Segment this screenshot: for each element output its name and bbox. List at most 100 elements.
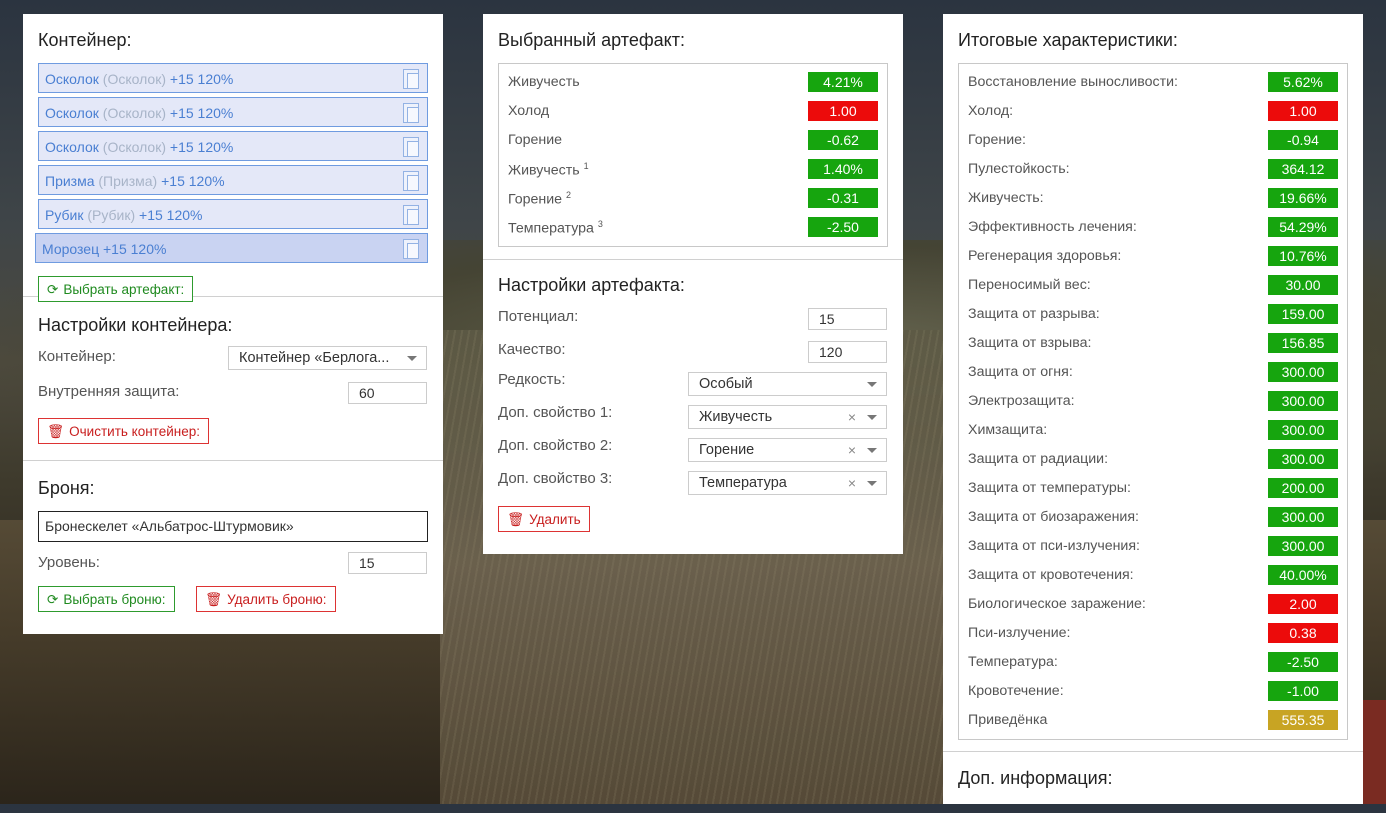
stat-label-text: Эффективность лечения: [968, 219, 1137, 235]
artifact-slot-type: (Осколок) [102, 71, 166, 87]
stat-row: Регенерация здоровья: 10.76% [968, 242, 1338, 271]
stat-label: Горение [508, 132, 562, 148]
stat-label-text: Живучесть [508, 162, 580, 179]
stat-value: 364.12 [1268, 159, 1338, 179]
potential-input[interactable]: 15 [808, 308, 887, 330]
artifact-slot[interactable]: Осколок (Осколок) +15 120% [38, 131, 428, 161]
copy-icon[interactable] [403, 137, 419, 157]
stat-label: Эффективность лечения: [968, 219, 1137, 235]
select-armor-button[interactable]: ⟳ Выбрать броню: [38, 586, 175, 612]
stat-label: Температура: [968, 654, 1058, 670]
prop2-select[interactable]: Горение × [688, 438, 887, 462]
clear-prop1-icon[interactable]: × [848, 406, 856, 428]
refresh-icon: ⟳ [47, 592, 59, 607]
stat-label: Температура 3 [508, 219, 603, 237]
stat-row: Восстановление выносливости: 5.62% [968, 68, 1338, 97]
stat-label: Приведёнка [968, 712, 1047, 728]
artifact-slot[interactable]: Призма (Призма) +15 120% [38, 165, 428, 195]
stat-label-text: Пси-излучение: [968, 625, 1071, 641]
armor-title: Броня: [38, 478, 95, 498]
artifact-slot-name: Осколок [45, 105, 99, 121]
stat-label: Горение: [968, 132, 1026, 148]
stat-row: Горение: -0.94 [968, 126, 1338, 155]
container-title: Контейнер: [38, 30, 132, 50]
trash-icon: 🗑 [47, 424, 65, 439]
select-artifact-button[interactable]: ⟳ Выбрать артефакт: [38, 276, 194, 302]
copy-icon[interactable] [403, 171, 419, 191]
inner-protection-input[interactable]: 60 [348, 382, 427, 404]
select-artifact-label: Выбрать артефакт: [63, 282, 185, 297]
copy-icon[interactable] [403, 239, 419, 259]
clear-container-button[interactable]: 🗑 Очистить контейнер: [38, 418, 209, 444]
stat-label: Защита от пси-излучения: [968, 538, 1140, 554]
delete-artifact-button[interactable]: 🗑 Удалить [498, 506, 590, 532]
stat-value: -0.94 [1268, 130, 1338, 150]
stat-value: 300.00 [1268, 507, 1338, 527]
stat-row: Холод 1.00 [508, 97, 878, 126]
quality-row: Качество: 120 [498, 341, 888, 374]
stat-label-text: Холод [508, 103, 550, 119]
quality-input[interactable]: 120 [808, 341, 887, 363]
stat-label-text: Холод: [968, 103, 1014, 119]
stat-label-text: Защита от биозаражения: [968, 509, 1139, 525]
prop2-row: Доп. свойство 2: Горение × [498, 437, 888, 473]
stat-label-text: Защита от пси-излучения: [968, 538, 1140, 554]
stat-label-text: Живучесть: [968, 190, 1044, 206]
prop1-select[interactable]: Живучесть × [688, 405, 887, 429]
totals-section: Итоговые характеристики: Восстановление … [943, 14, 1363, 752]
stat-label: Переносимый вес: [968, 277, 1091, 293]
artifact-slot[interactable]: Осколок (Осколок) +15 120% [38, 97, 428, 127]
armor-name-field[interactable]: Бронескелет «Альбатрос-Штурмовик» [38, 511, 428, 542]
clear-prop3-icon[interactable]: × [848, 472, 856, 494]
middle-panel: Выбранный артефакт: Живучесть 4.21% Холод 1… [483, 14, 903, 554]
quality-value: 120 [819, 344, 843, 360]
inner-protection-row: Внутренняя защита: 60 [38, 381, 428, 414]
stat-value: 555.35 [1268, 710, 1338, 730]
stat-row: Холод: 1.00 [968, 97, 1338, 126]
stat-row: Переносимый вес: 30.00 [968, 271, 1338, 300]
artifact-slot[interactable]: Морозец +15 120% [35, 233, 428, 263]
armor-level-input[interactable]: 15 [348, 552, 427, 574]
artifact-slot-name: Осколок [45, 139, 99, 155]
stat-value: 40.00% [1268, 565, 1338, 585]
container-type-row: Контейнер: Контейнер «Берлога... [38, 346, 428, 381]
copy-icon[interactable] [403, 205, 419, 225]
chevron-down-icon [867, 448, 877, 453]
clear-prop2-icon[interactable]: × [848, 439, 856, 461]
artifact-slot-type: (Осколок) [102, 105, 166, 121]
artifact-slot-name: Рубик [45, 207, 84, 223]
stat-value: 200.00 [1268, 478, 1338, 498]
stat-row: Пулестойкость: 364.12 [968, 155, 1338, 184]
armor-level-value: 15 [359, 555, 375, 571]
prop1-value: Живучесть [699, 409, 773, 425]
artifact-settings-section: Настройки артефакта: Потенциал: 15 Качес… [483, 260, 903, 554]
chevron-down-icon [867, 415, 877, 420]
container-type-value: Контейнер «Берлога... [239, 350, 390, 366]
prop3-label: Доп. свойство 3: [498, 470, 613, 487]
stat-row: Живучесть: 19.66% [968, 184, 1338, 213]
artifact-slot-type: (Призма) [98, 173, 158, 189]
clear-container-label: Очистить контейнер: [69, 424, 200, 439]
copy-icon[interactable] [403, 103, 419, 123]
stat-value: 10.76% [1268, 246, 1338, 266]
stat-label: Живучесть 1 [508, 161, 589, 179]
stat-row: Температура 3 -2.50 [508, 213, 878, 242]
artifact-slot[interactable]: Осколок (Осколок) +15 120% [38, 63, 428, 93]
stat-label: Восстановление выносливости: [968, 74, 1178, 90]
stat-value: -2.50 [1268, 652, 1338, 672]
stat-value: 4.21% [808, 72, 878, 92]
stat-row: Живучесть 4.21% [508, 68, 878, 97]
right-panel: Итоговые характеристики: Восстановление … [943, 14, 1363, 804]
rarity-select[interactable]: Особый [688, 372, 887, 396]
prop3-select[interactable]: Температура × [688, 471, 887, 495]
stat-value: 156.85 [1268, 333, 1338, 353]
delete-armor-button[interactable]: 🗑 Удалить броню: [195, 586, 336, 612]
potential-label: Потенциал: [498, 308, 579, 325]
container-section: Контейнер: Осколок (Осколок) +15 120% Оск… [23, 14, 443, 302]
copy-icon[interactable] [403, 69, 419, 89]
stat-label: Холод: [968, 103, 1013, 119]
artifact-slot[interactable]: Рубик (Рубик) +15 120% [38, 199, 428, 229]
selected-artifact-stats: Живучесть 4.21% Холод 1.00 Горение -0.62 Живуч… [498, 63, 888, 247]
artifact-slot-name: Осколок [45, 71, 99, 87]
container-type-select[interactable]: Контейнер «Берлога... [228, 346, 427, 370]
